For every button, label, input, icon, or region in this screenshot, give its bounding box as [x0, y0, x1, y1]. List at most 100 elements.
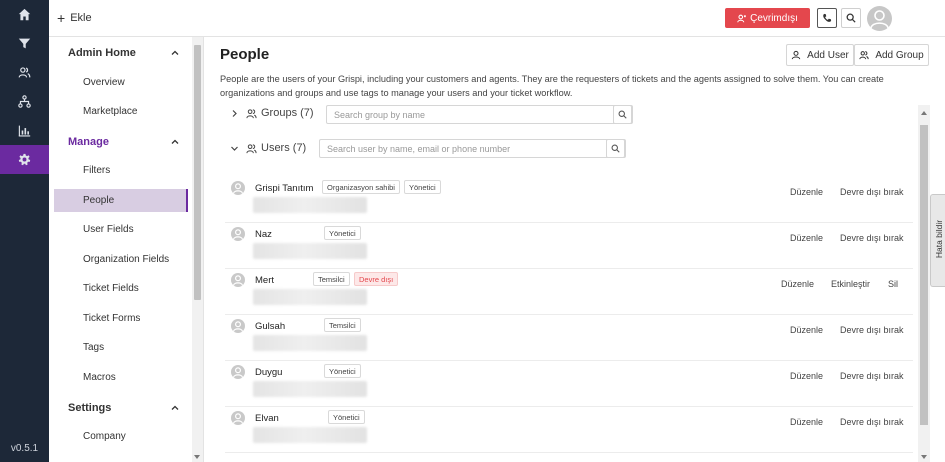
user-search-placeholder: Search user by name, email or phone numb… [327, 143, 511, 154]
user-search-button[interactable] [606, 139, 625, 158]
add-new-button[interactable]: + Ekle [57, 9, 92, 26]
report-bug-label: Hata bildir [934, 219, 944, 259]
people-page: People Add User Add Group People are the… [205, 37, 945, 462]
person-icon [232, 275, 244, 286]
avatar [231, 319, 245, 333]
user-name[interactable]: Duygu [255, 367, 282, 378]
group-search-input[interactable]: Search group by name [326, 105, 633, 124]
admin-sidebar: Admin Home Overview Marketplace Manage F… [49, 37, 204, 462]
status-offline-button[interactable]: Çevrimdışı [725, 8, 810, 28]
phone-button[interactable] [817, 8, 837, 28]
scroll-up-arrow-icon[interactable] [921, 111, 927, 115]
user-name[interactable]: Elvan [255, 413, 279, 424]
rail-filters[interactable] [0, 29, 49, 58]
sidebar-scroll-thumb[interactable] [194, 45, 201, 300]
person-icon [232, 367, 244, 378]
edit-user-button[interactable]: Düzenle [781, 279, 814, 289]
deactivate-user-button[interactable]: Devre dışı bırak [840, 371, 904, 381]
user-row[interactable]: Naz Yönetici Düzenle Devre dışı bırak [225, 223, 913, 269]
disabled-badge: Devre dışı [354, 272, 399, 286]
role-badge: Temsilci [313, 272, 350, 286]
sidebar-section-admin-home[interactable]: Admin Home [68, 47, 136, 59]
user-row[interactable]: Gulsah Temsilci Düzenle Devre dışı bırak [225, 315, 913, 361]
avatar-person-icon [870, 10, 889, 29]
main-scrollbar[interactable] [918, 105, 930, 462]
sidebar-item-ticket-forms[interactable]: Ticket Forms [54, 307, 188, 330]
deactivate-user-button[interactable]: Devre dışı bırak [840, 417, 904, 427]
sidebar-section-manage[interactable]: Manage [68, 136, 109, 148]
sidebar-item-ticket-fields[interactable]: Ticket Fields [54, 277, 188, 300]
role-badge: Yönetici [404, 180, 441, 194]
user-email-redacted [253, 335, 367, 351]
sidebar-section-settings[interactable]: Settings [68, 402, 111, 414]
rail-home[interactable] [0, 0, 49, 29]
sidebar-item-tags[interactable]: Tags [54, 336, 188, 359]
user-name[interactable]: Gulsah [255, 321, 285, 332]
sidebar-item-filters[interactable]: Filters [54, 159, 188, 182]
app-version: v0.5.1 [10, 443, 39, 454]
deactivate-user-button[interactable]: Devre dışı bırak [840, 325, 904, 335]
edit-user-button[interactable]: Düzenle [790, 187, 823, 197]
sidebar-item-organization-fields[interactable]: Organization Fields [54, 248, 188, 271]
edit-user-button[interactable]: Düzenle [790, 417, 823, 427]
report-bug-tab[interactable]: Hata bildir [930, 194, 945, 287]
users-toggle[interactable]: Users (7) [230, 142, 306, 154]
edit-user-button[interactable]: Düzenle [790, 325, 823, 335]
deactivate-user-button[interactable]: Devre dışı bırak [840, 233, 904, 243]
rail-admin[interactable] [0, 145, 49, 174]
user-row[interactable]: Elvan Yönetici Düzenle Devre dışı bırak [225, 407, 913, 453]
group-search-button[interactable] [613, 105, 632, 124]
phone-icon [823, 13, 832, 22]
add-group-button[interactable]: Add Group [854, 44, 929, 66]
user-email-redacted [253, 243, 367, 259]
scroll-down-arrow-icon[interactable] [194, 455, 200, 459]
person-icon [232, 321, 244, 332]
role-badge: Yönetici [324, 226, 361, 240]
hierarchy-icon [18, 95, 31, 108]
chevron-up-icon[interactable] [171, 49, 179, 57]
chevron-up-icon[interactable] [171, 138, 179, 146]
user-avatar[interactable] [867, 6, 892, 31]
edit-user-button[interactable]: Düzenle [790, 371, 823, 381]
plus-icon: + [57, 9, 66, 26]
deactivate-user-button[interactable]: Devre dışı bırak [840, 187, 904, 197]
filter-icon [18, 38, 31, 49]
add-group-label: Add Group [875, 49, 924, 61]
user-name[interactable]: Naz [255, 229, 272, 240]
edit-user-button[interactable]: Düzenle [790, 233, 823, 243]
user-status-icon [737, 14, 747, 22]
global-search-button[interactable] [841, 8, 861, 28]
user-row[interactable]: Grispi Tanıtım Organizasyon sahibi Yönet… [225, 177, 913, 223]
chevron-up-icon[interactable] [171, 404, 179, 412]
sidebar-item-people[interactable]: People [54, 189, 188, 212]
rail-organizations[interactable] [0, 87, 49, 116]
page-title: People [220, 46, 270, 63]
sidebar-item-user-fields[interactable]: User Fields [54, 218, 188, 241]
page-description: People are the users of your Grispi, inc… [220, 74, 884, 98]
user-search-input[interactable]: Search user by name, email or phone numb… [319, 139, 626, 158]
activate-user-button[interactable]: Etkinleştir [831, 279, 870, 289]
user-row[interactable]: Duygu Yönetici Düzenle Devre dışı bırak [225, 361, 913, 407]
delete-user-button[interactable]: Sil [888, 279, 898, 289]
avatar [231, 273, 245, 287]
add-user-button[interactable]: Add User [786, 44, 854, 66]
scroll-down-arrow-icon[interactable] [921, 455, 927, 459]
user-name[interactable]: Grispi Tanıtım [255, 183, 313, 194]
sidebar-item-marketplace[interactable]: Marketplace [54, 100, 188, 123]
sidebar-item-overview[interactable]: Overview [54, 71, 188, 94]
rail-reports[interactable] [0, 116, 49, 145]
user-name[interactable]: Mert [255, 275, 274, 286]
sidebar-item-company[interactable]: Company [54, 425, 188, 448]
search-icon [846, 13, 856, 23]
user-row[interactable]: Mert Temsilci Devre dışı Düzenle Etkinle… [225, 269, 913, 315]
group-icon [246, 143, 257, 153]
rail-people[interactable] [0, 58, 49, 87]
sidebar-scrollbar[interactable] [192, 37, 203, 462]
person-icon [232, 413, 244, 424]
main-scroll-thumb[interactable] [920, 125, 928, 425]
groups-toggle[interactable]: Groups (7) [230, 107, 314, 119]
top-bar: + Ekle [49, 0, 945, 37]
home-icon [18, 8, 31, 21]
role-badge: Organizasyon sahibi [322, 180, 400, 194]
sidebar-item-macros[interactable]: Macros [54, 366, 188, 389]
